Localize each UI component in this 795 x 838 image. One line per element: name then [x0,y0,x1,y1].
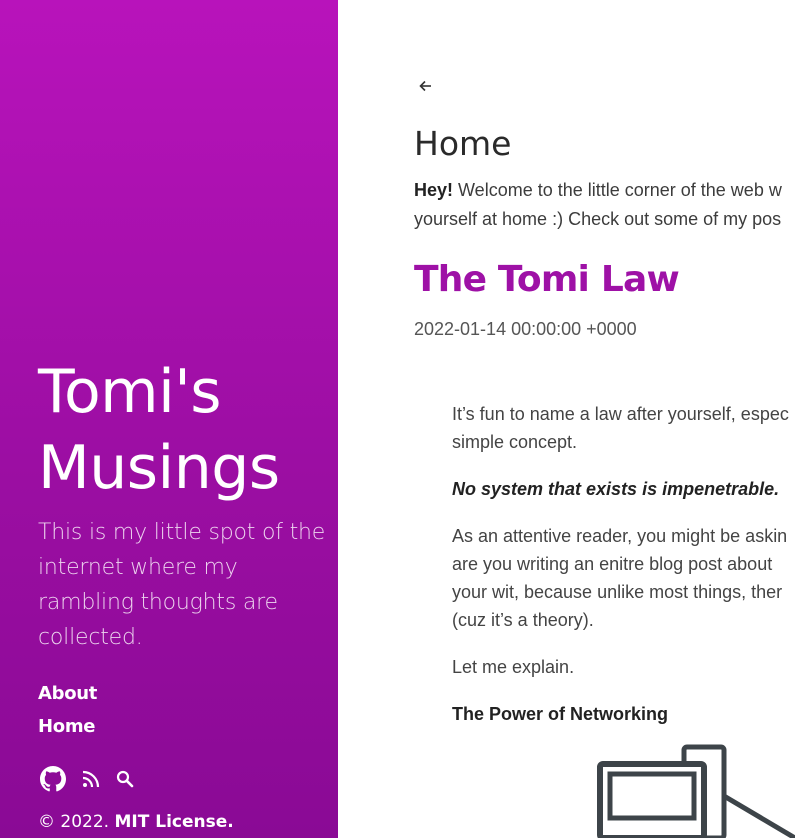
site-description-line: internet where my [38,555,238,580]
post-line: (cuz it’s a theory). [452,610,594,630]
site-description-line: collected. [38,625,143,650]
post-line: simple concept. [452,432,578,452]
site-title-line-1: Tomi's [38,357,222,427]
intro-bold: Hey! [414,180,454,200]
site-description-line: rambling thoughts are [38,590,278,615]
intro-line-1-rest: Welcome to the little corner of the web … [453,180,782,200]
copyright-text: © 2022. [38,812,110,832]
post-date: 2022-01-14 00:00:00 +0000 [414,319,637,339]
nav-link-about[interactable]: About [38,677,97,710]
post-paragraph: It’s fun to name a law after yourself, e… [452,400,795,456]
computer-network-icon [596,744,795,838]
site-title-line-2: Musings [38,433,280,503]
github-icon[interactable] [40,766,66,792]
intro-text: Hey! Welcome to the little corner of the… [414,176,795,234]
intro-line-1: Hey! Welcome to the little corner of the… [414,176,795,205]
site-description: This is my little spot of the internet w… [38,515,328,655]
license-link[interactable]: MIT License. [114,812,233,832]
site-title[interactable]: Tomi's Musings [38,354,328,506]
sidebar: Tomi's Musings This is my little spot of… [0,0,338,838]
post-line: It’s fun to name a law after yourself, e… [452,404,789,424]
intro-line-2: yourself at home :) Check out some of my… [414,209,782,229]
post-paragraph: No system that exists is impenetrable. [452,475,795,503]
law-statement: No system that exists is impenetrable. [452,479,780,499]
post-paragraph: Let me explain. [452,653,795,681]
rss-icon[interactable] [82,770,100,788]
post-paragraph: As an attentive reader, you might be ask… [452,522,795,634]
nav-link-home[interactable]: Home [38,710,97,743]
copyright: © 2022. MIT License. [38,810,234,834]
sidebar-nav: About Home [38,677,97,743]
post-title-link[interactable]: The Tomi Law [414,255,680,305]
post-line: your wit, because unlike most things, th… [452,582,783,602]
post-subheading: The Power of Networking [452,704,669,724]
post-line: Let me explain. [452,657,575,677]
site-description-line: This is my little spot of the [38,520,326,545]
search-icon[interactable] [116,770,134,788]
post-line: are you writing an enitre blog post abou… [452,554,773,574]
page-title: Home [414,124,512,163]
social-icons [40,766,134,792]
post-line: As an attentive reader, you might be ask… [452,526,788,546]
post-paragraph: The Power of Networking [452,700,795,728]
post-excerpt: It’s fun to name a law after yourself, e… [452,400,795,747]
arrow-left-icon[interactable] [418,78,434,94]
